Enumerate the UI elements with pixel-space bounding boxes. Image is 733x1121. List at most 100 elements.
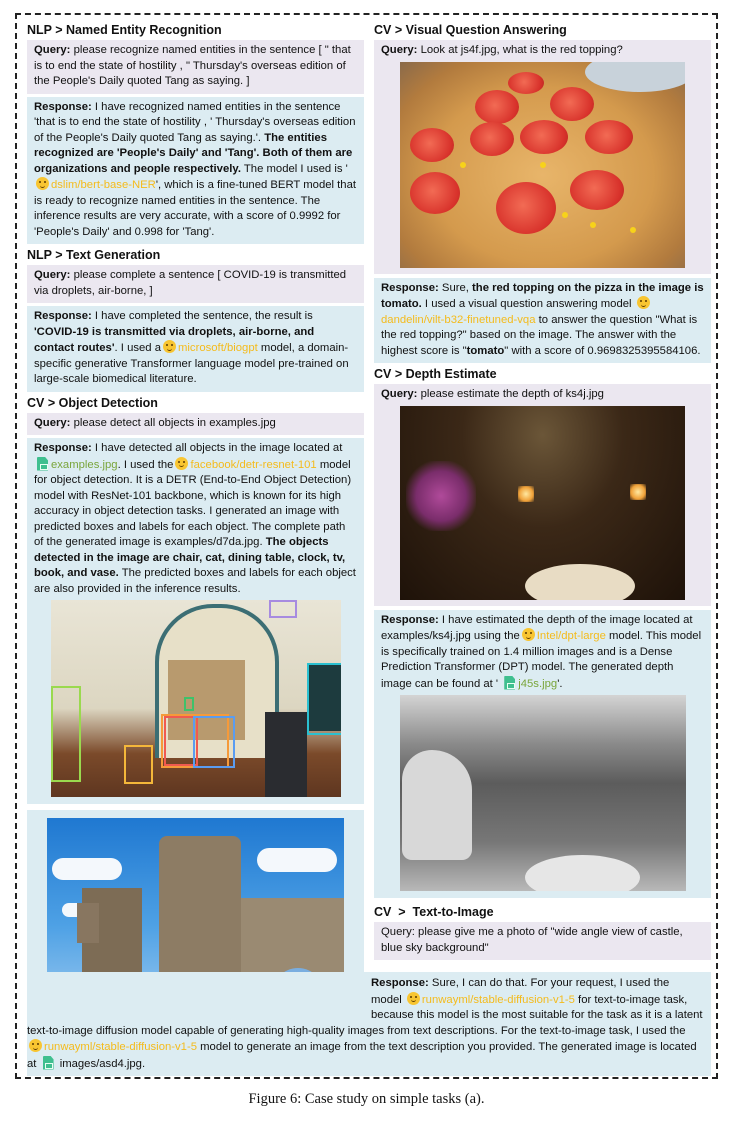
query-label: Query: xyxy=(381,388,418,400)
depth-response-text-3: '. xyxy=(557,677,563,690)
bbox-tv xyxy=(306,663,341,735)
objdet-response: Response: I have detected all objects in… xyxy=(27,438,364,804)
ner-heading: NLP > Named Entity Recognition xyxy=(27,23,222,37)
depth-heading: CV > Depth Estimate xyxy=(374,367,497,381)
bathroom-image xyxy=(400,405,685,600)
objdet-response-text-3: model for object detection. It is a DETR… xyxy=(34,458,352,549)
vqa-response-text-4: " with a score of 0.9698325395584106. xyxy=(504,344,701,357)
bbox-clock xyxy=(268,600,297,618)
tomato-slice xyxy=(570,169,624,210)
depth-map-image xyxy=(399,695,686,891)
depth-query-text: please estimate the depth of ks4j.jpg xyxy=(420,388,604,400)
query-label: Query: xyxy=(381,44,418,56)
query-label: Query: xyxy=(34,269,71,281)
tomato-slice xyxy=(475,89,519,124)
bbox-chair-left xyxy=(50,686,81,782)
ner-response: Response: I have recognized named entiti… xyxy=(27,96,364,244)
response-label: Response: xyxy=(34,310,92,322)
response-label: Response: xyxy=(381,613,439,626)
textgen-response-text-2: . I used a xyxy=(114,342,162,354)
t2i-file-link[interactable]: images/asd4.jpg. xyxy=(57,1058,145,1070)
response-label: Response: xyxy=(371,977,429,989)
objdet-model-link[interactable]: facebook/detr-resnet-101 xyxy=(190,459,316,471)
depth-model-link[interactable]: Intel/dpt-large xyxy=(537,630,606,642)
tomato-slice xyxy=(508,71,544,94)
wall-lamp xyxy=(630,483,646,500)
bbox-vase xyxy=(183,697,194,711)
pizza-cutter xyxy=(585,61,685,92)
depth-response: Response: I have estimated the depth of … xyxy=(374,609,711,898)
corn xyxy=(540,161,546,168)
textgen-query-text: please complete a sentence [ COVID-19 is… xyxy=(34,269,347,297)
vqa-model-link[interactable]: dandelin/vilt-b32-finetuned-vqa xyxy=(381,314,536,326)
objdet-heading: CV > Object Detection xyxy=(27,395,158,410)
speaker xyxy=(264,712,307,797)
right-column: CV > Visual Question Answering Query: Lo… xyxy=(374,22,711,960)
t2i-heading: CV > Text-to-Image xyxy=(374,905,494,919)
depth-sink xyxy=(524,855,640,891)
depth-file-link[interactable]: j45s.jpg xyxy=(518,678,557,690)
corn xyxy=(460,161,466,168)
image-file-icon xyxy=(37,456,48,471)
detection-result-image xyxy=(50,600,341,797)
response-label: Response: xyxy=(381,281,439,294)
hugging-face-icon xyxy=(175,456,189,470)
depth-flowers xyxy=(401,750,472,860)
depth-query: Query: please estimate the depth of ks4j… xyxy=(374,384,711,606)
hugging-face-icon xyxy=(636,296,650,309)
ner-response-text-2: The model I used is ' xyxy=(243,162,348,175)
textgen-response-text: I have completed the sentence, the resul… xyxy=(94,310,313,322)
cloud xyxy=(52,858,122,880)
tomato-slice xyxy=(496,181,556,234)
ner-query: Query: please recognize named entities i… xyxy=(27,40,364,94)
objdet-query-text: please detect all objects in examples.jp… xyxy=(73,416,276,429)
hugging-face-icon xyxy=(521,628,535,641)
ner-model-link[interactable]: dslim/bert-base-NER xyxy=(51,179,156,191)
objdet-file-link[interactable]: examples.jpg xyxy=(51,459,118,471)
left-column: NLP > Named Entity Recognition Query: pl… xyxy=(27,22,364,1019)
bbox-chair-2 xyxy=(192,716,235,768)
t2i-model-link[interactable]: runwayml/stable-diffusion-v1-5 xyxy=(422,994,575,1006)
vqa-response-text-2: I used a visual question answering model xyxy=(421,298,632,310)
tomato-slice xyxy=(550,86,594,121)
objdet-response-text-2: . I used the xyxy=(117,458,174,471)
textgen-query: Query: please complete a sentence [ COVI… xyxy=(27,265,364,303)
tomato-slice xyxy=(585,119,633,154)
hugging-face-icon xyxy=(406,991,420,1005)
tomato-slice xyxy=(470,121,514,156)
vqa-response: Response: Sure, the red topping on the p… xyxy=(374,277,711,363)
textgen-heading: NLP > Text Generation xyxy=(27,248,161,262)
objdet-query: Query: please detect all objects in exam… xyxy=(27,412,364,435)
bbox-cat xyxy=(123,745,153,784)
corn xyxy=(562,211,568,218)
objdet-response-text: I have detected all objects in the image… xyxy=(94,442,343,454)
hugging-face-icon xyxy=(36,177,49,190)
ner-query-text: please recognize named entities in the s… xyxy=(34,44,351,87)
cloud xyxy=(257,848,337,872)
vqa-query-text: Look at js4f.jpg, what is the red toppin… xyxy=(420,44,623,56)
wall-lamp xyxy=(518,485,534,502)
figure-caption: Figure 6: Case study on simple tasks (a)… xyxy=(248,1091,485,1107)
vqa-heading: CV > Visual Question Answering xyxy=(374,23,567,37)
query-label: Query: xyxy=(34,416,71,429)
flowers xyxy=(406,460,476,531)
response-label: Response: xyxy=(34,100,92,113)
corn xyxy=(630,226,636,233)
castle-small-turret xyxy=(77,903,99,943)
t2i-query: Query: please give me a photo of "wide a… xyxy=(374,922,711,960)
vqa-answer: tomato xyxy=(466,344,505,357)
vqa-response-text: Sure, xyxy=(441,281,473,294)
tomato-slice xyxy=(410,127,454,162)
t2i-response: Response: Sure, I can do that. For your … xyxy=(27,972,711,1076)
hugging-face-icon xyxy=(29,1039,42,1052)
tomato-slice xyxy=(520,119,568,154)
sink xyxy=(525,563,635,600)
textgen-model-link[interactable]: microsoft/biogpt xyxy=(178,342,258,354)
response-label: Response: xyxy=(34,442,92,454)
image-file-icon xyxy=(42,1055,54,1070)
castle-float-spacer xyxy=(27,976,371,1020)
t2i-model-link-2[interactable]: runwayml/stable-diffusion-v1-5 xyxy=(44,1041,197,1053)
corn xyxy=(590,221,596,228)
query-label: Query: xyxy=(34,44,71,56)
hugging-face-icon xyxy=(163,340,177,353)
